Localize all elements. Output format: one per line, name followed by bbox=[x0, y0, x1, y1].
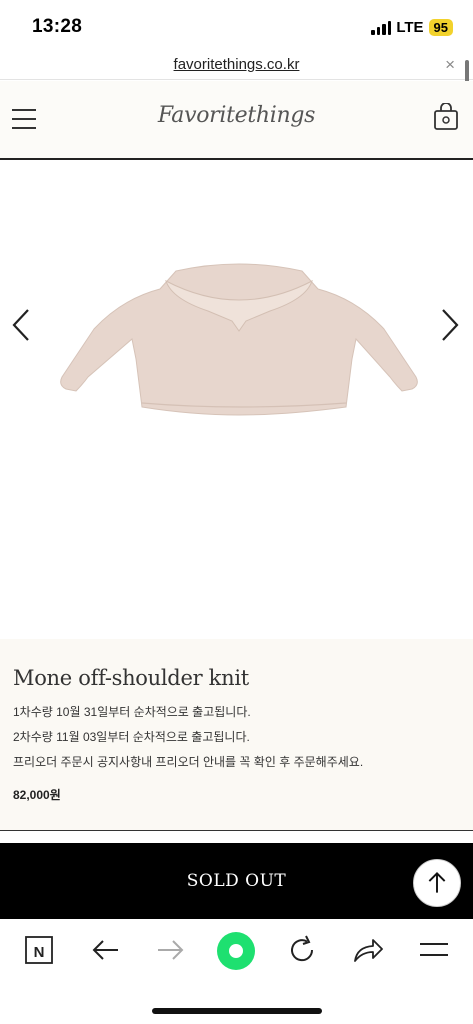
battery-badge: 95 bbox=[428, 19, 453, 36]
sold-out-label: SOLD OUT bbox=[186, 871, 287, 891]
naver-home-icon[interactable]: N bbox=[22, 933, 56, 967]
status-indicators: LTE 95 bbox=[371, 19, 453, 36]
status-bar: 13:28 LTE 95 bbox=[0, 0, 473, 52]
shipping-notice-2: 2차수량 11월 03일부터 순차적으로 출고됩니다. bbox=[13, 730, 250, 744]
product-image bbox=[60, 263, 418, 416]
network-label: LTE bbox=[396, 19, 424, 36]
chevron-right-icon[interactable] bbox=[439, 308, 461, 342]
site-logo[interactable]: Favoritethings bbox=[0, 103, 473, 128]
menu-icon[interactable] bbox=[417, 933, 451, 967]
forward-arrow-icon[interactable] bbox=[154, 933, 188, 967]
url-text[interactable]: favoritethings.co.kr bbox=[0, 56, 473, 73]
home-indicator bbox=[152, 1008, 322, 1014]
product-info: Mone off-shoulder knit 1차수량 10월 31일부터 순차… bbox=[0, 639, 473, 831]
refresh-icon[interactable] bbox=[285, 933, 319, 967]
signal-icon bbox=[371, 20, 392, 35]
green-search-icon[interactable] bbox=[216, 931, 256, 971]
browser-url-bar[interactable]: favoritethings.co.kr × bbox=[0, 52, 473, 80]
shipping-notice-1: 1차수량 10월 31일부터 순차적으로 출고됩니다. bbox=[13, 705, 251, 719]
browser-toolbar: N bbox=[0, 919, 473, 1024]
chevron-left-icon[interactable] bbox=[10, 308, 32, 342]
site-header: Favoritethings bbox=[0, 81, 473, 160]
share-icon[interactable] bbox=[351, 933, 385, 967]
preorder-notice: 프리오더 주문시 공지사항내 프리오더 안내를 꼭 확인 후 주문해주세요. bbox=[13, 755, 364, 769]
product-price: 82,000원 bbox=[13, 788, 61, 802]
close-icon[interactable]: × bbox=[445, 55, 455, 75]
status-time: 13:28 bbox=[32, 16, 83, 37]
product-title: Mone off-shoulder knit bbox=[13, 666, 249, 690]
sold-out-bar[interactable]: SOLD OUT bbox=[0, 843, 473, 919]
back-arrow-icon[interactable] bbox=[88, 933, 122, 967]
product-gallery[interactable] bbox=[0, 161, 473, 639]
shopping-bag-icon[interactable] bbox=[433, 103, 459, 131]
svg-text:N: N bbox=[34, 944, 45, 961]
scroll-top-button[interactable] bbox=[413, 859, 461, 907]
